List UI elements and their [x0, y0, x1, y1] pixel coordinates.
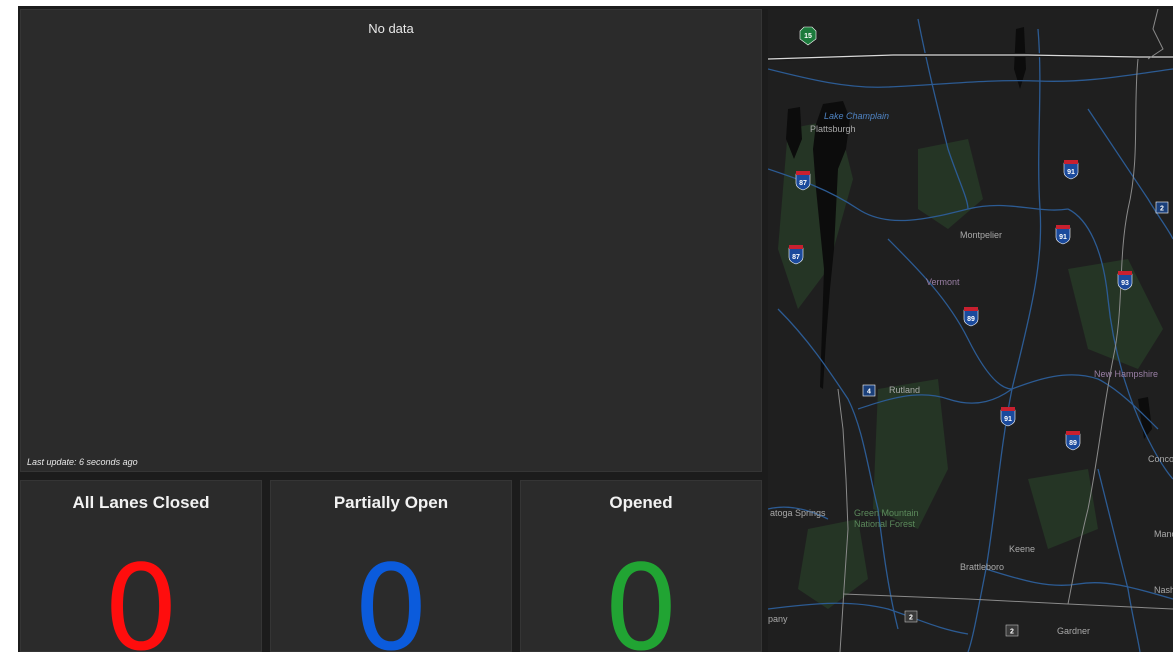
map-label-lake-champlain: Lake Champlain [824, 111, 889, 121]
svg-text:91: 91 [1059, 234, 1067, 241]
indicator-partially-open[interactable]: Partially Open 0 [270, 480, 512, 652]
no-data-message: No data [368, 21, 414, 36]
svg-text:2: 2 [909, 615, 913, 622]
map-label-albany: pany [768, 614, 788, 624]
map-label-plattsburgh: Plattsburgh [810, 124, 856, 134]
svg-text:91: 91 [1067, 169, 1075, 176]
indicator-value: 0 [603, 539, 679, 652]
map-label-concord: Concord [1148, 454, 1173, 464]
svg-text:89: 89 [967, 316, 975, 323]
map-label-forest-line2: National Forest [854, 519, 916, 529]
indicator-all-lanes-closed[interactable]: All Lanes Closed 0 [20, 480, 262, 652]
indicator-title: Opened [609, 493, 673, 512]
svg-text:15: 15 [804, 33, 812, 40]
map-label-keene: Keene [1009, 544, 1035, 554]
indicator-value: 0 [353, 539, 429, 652]
indicator-title: All Lanes Closed [72, 493, 210, 512]
map-label-saratoga-springs: atoga Springs [770, 508, 826, 518]
map-label-rutland: Rutland [889, 385, 920, 395]
indicator-title: Partially Open [333, 493, 449, 512]
svg-text:93: 93 [1121, 280, 1129, 287]
svg-text:2: 2 [1010, 629, 1014, 636]
svg-text:89: 89 [1069, 440, 1077, 447]
map-label-montpelier: Montpelier [960, 230, 1002, 240]
map-label-manchester: Manc [1154, 529, 1173, 539]
map-label-vermont: Vermont [926, 277, 960, 287]
dashboard: No data Last update: 6 seconds ago All L… [18, 6, 1173, 652]
incident-list-panel: No data Last update: 6 seconds ago [20, 9, 762, 472]
svg-text:87: 87 [792, 254, 800, 261]
indicator-opened[interactable]: Opened 0 [520, 480, 762, 652]
map-label-nashua: Nash [1154, 585, 1173, 595]
map-view[interactable]: 87 87 91 91 91 93 89 89 4 2 2 2 15 Lake … [768, 9, 1173, 652]
map-label-gardner: Gardner [1057, 626, 1090, 636]
svg-text:2: 2 [1160, 206, 1164, 213]
svg-text:4: 4 [867, 389, 871, 396]
map-label-forest-line1: Green Mountain [854, 508, 919, 518]
svg-text:87: 87 [799, 180, 807, 187]
basemap[interactable]: 87 87 91 91 91 93 89 89 4 2 2 2 15 Lake … [768, 9, 1173, 652]
map-label-new-hampshire: New Hampshire [1094, 369, 1158, 379]
last-update-label: Last update: 6 seconds ago [27, 457, 138, 467]
indicator-value: 0 [103, 539, 179, 652]
map-label-brattleboro: Brattleboro [960, 562, 1004, 572]
svg-text:91: 91 [1004, 416, 1012, 423]
